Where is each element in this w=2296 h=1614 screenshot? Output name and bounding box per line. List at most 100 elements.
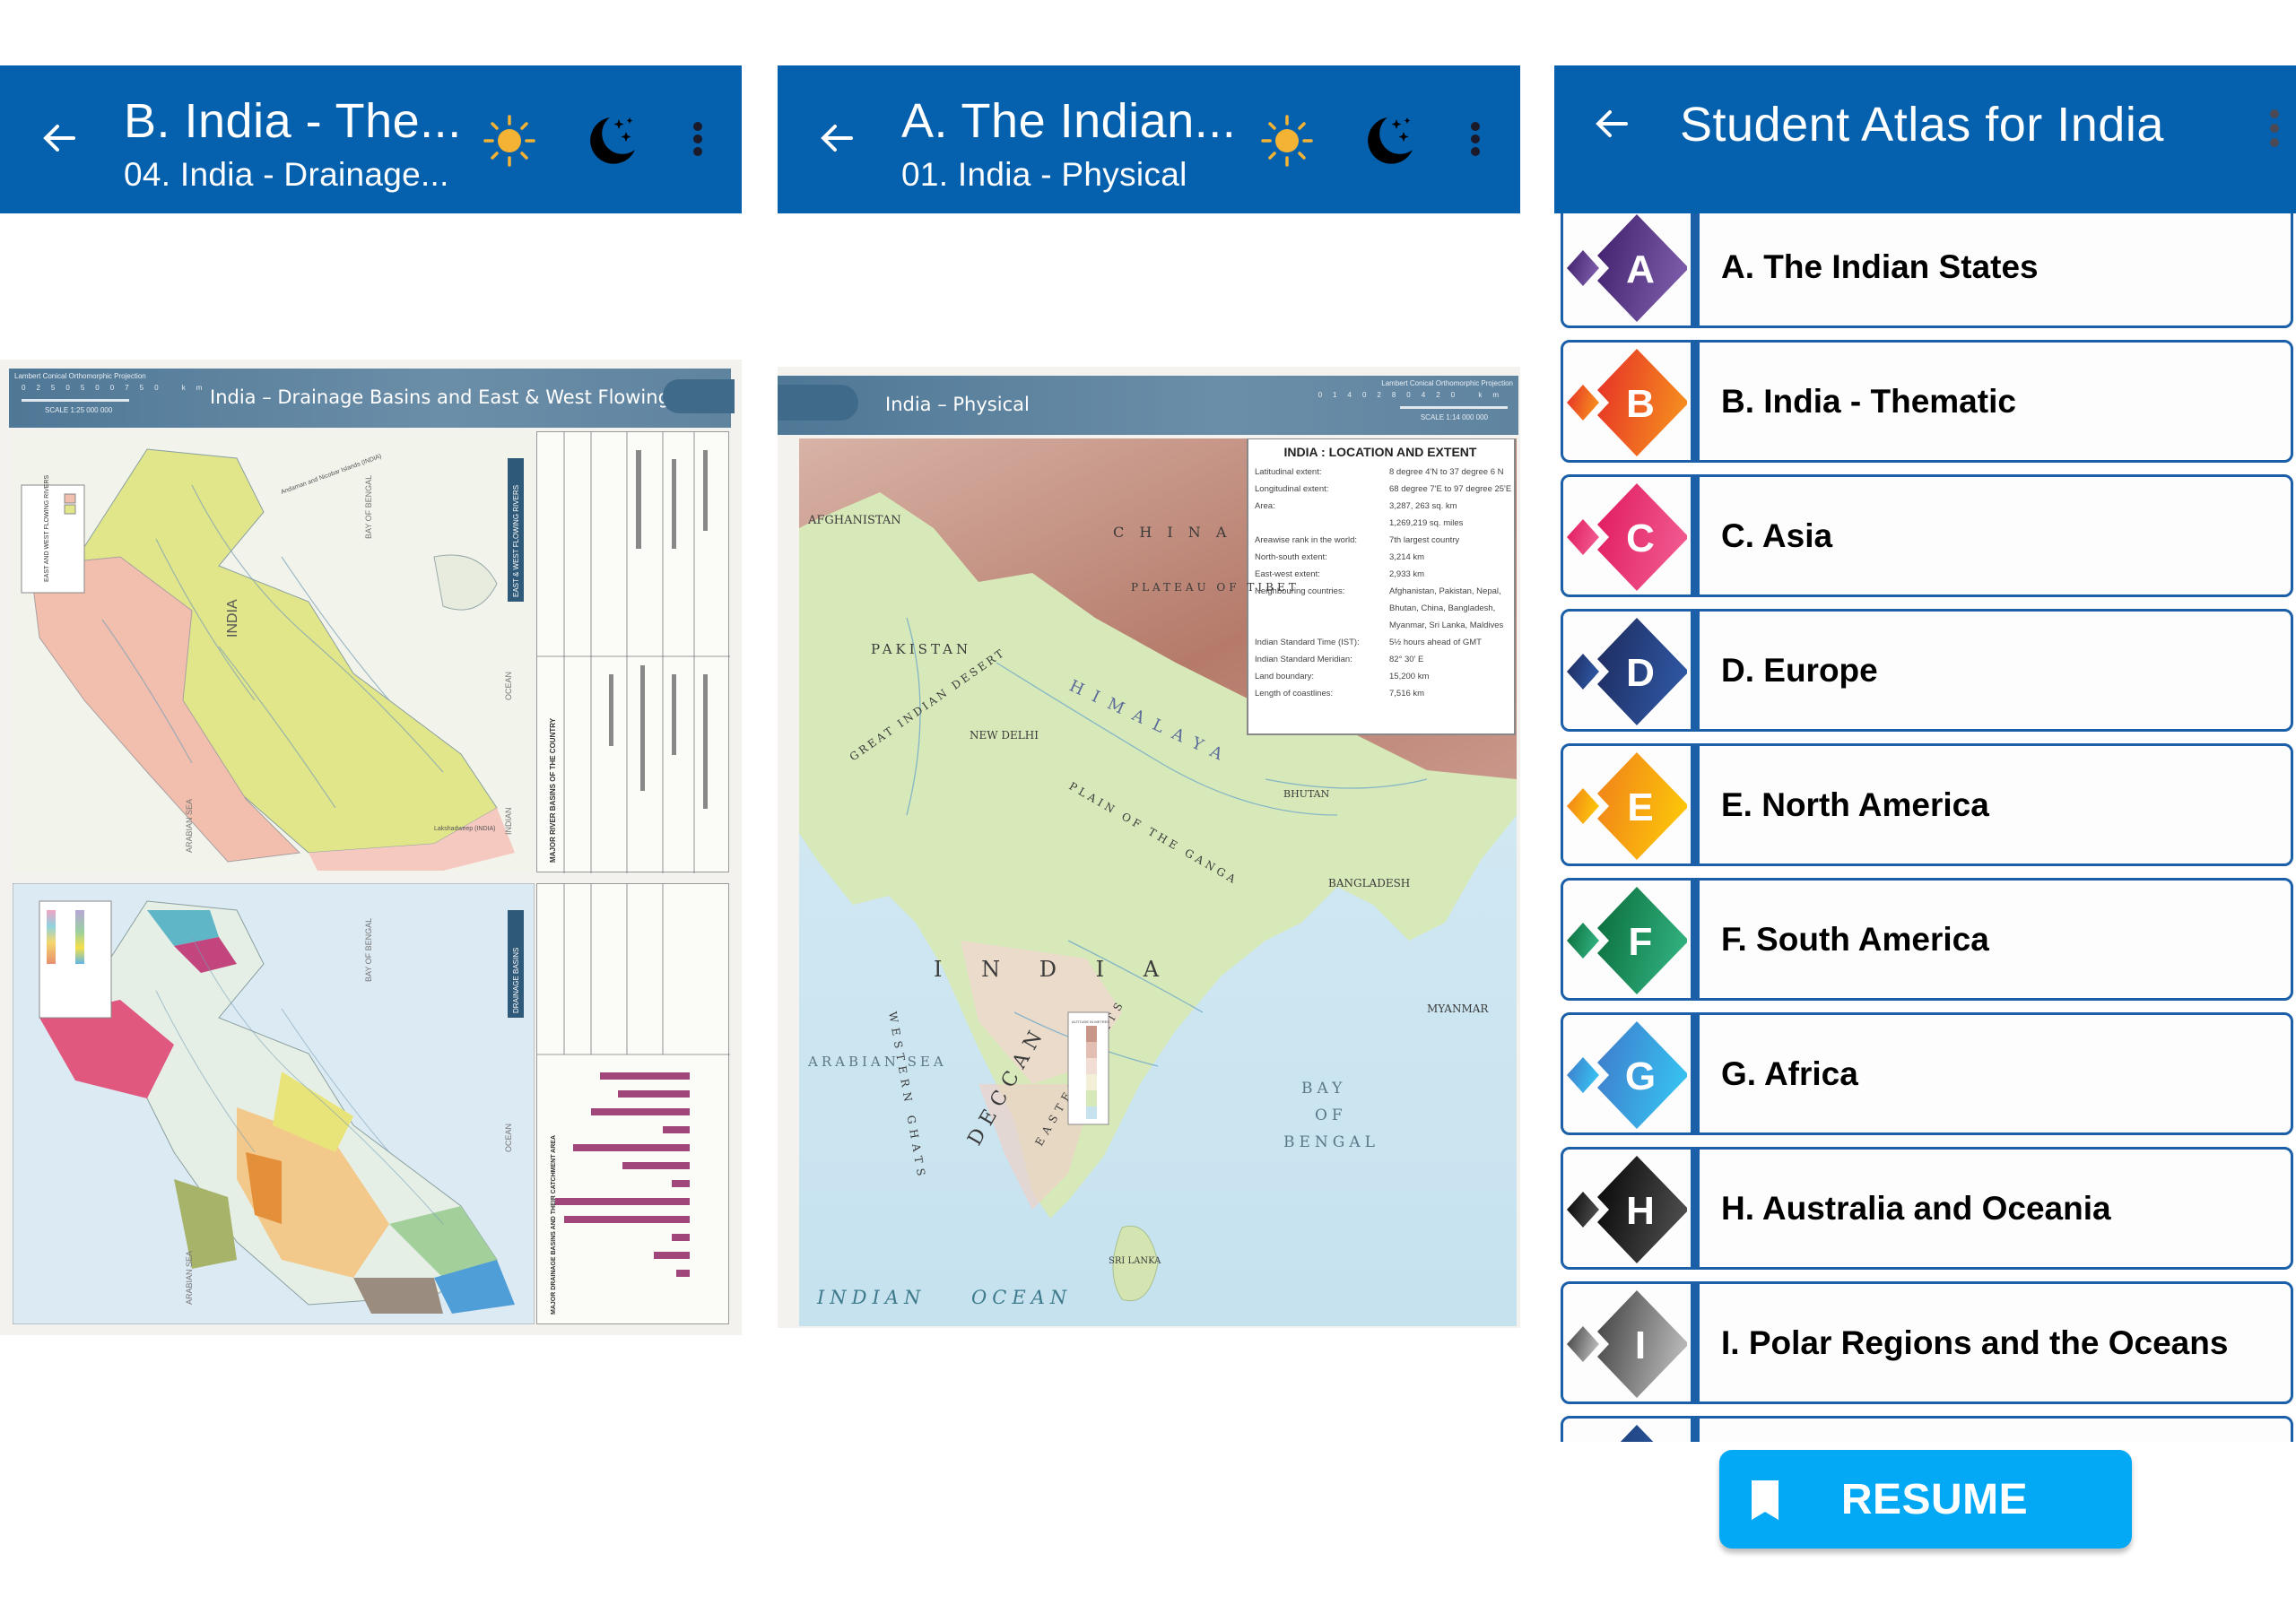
map-title-banner: Lambert Conical Orthomorphic Projection … <box>9 369 735 428</box>
section-badge-icon: E <box>1567 752 1687 860</box>
svg-text:G: G <box>1625 1054 1656 1098</box>
svg-text:PLATEAU OF TIBET: PLATEAU OF TIBET <box>1131 581 1300 594</box>
app-bar: Student Atlas for India <box>1554 65 2296 213</box>
svg-text:MAJOR DRAINAGE BASINS AND THEI: MAJOR DRAINAGE BASINS AND THEIR CATCHMEN… <box>551 1135 557 1315</box>
svg-text:Latitudinal extent:: Latitudinal extent: <box>1255 467 1321 477</box>
svg-text:5½ hours ahead of GMT: 5½ hours ahead of GMT <box>1389 638 1482 647</box>
svg-text:7th largest country: 7th largest country <box>1389 535 1459 545</box>
projection-label: Lambert Conical Orthomorphic Projection <box>14 372 146 380</box>
drainage-basins-map: BAY OF BENGAL ARABIAN SEA OCEAN DRAINAGE… <box>13 883 535 1324</box>
back-arrow-icon[interactable] <box>38 116 83 161</box>
list-item[interactable]: H H. Australia and Oceania <box>1561 1147 2293 1270</box>
back-arrow-icon[interactable] <box>1590 101 1635 146</box>
atlas-contents: Student Atlas for India A A. The Indian S… <box>1554 0 2296 1614</box>
item-divider <box>1691 1419 1700 1442</box>
svg-text:BAY OF BENGAL: BAY OF BENGAL <box>364 475 373 539</box>
list-item[interactable]: A A. The Indian States <box>1561 213 2293 328</box>
resume-label: RESUME <box>1840 1475 2029 1523</box>
svg-text:PAKISTAN: PAKISTAN <box>871 641 971 657</box>
section-badge-icon: D <box>1567 618 1687 725</box>
svg-text:MAJOR RIVER BASINS OF THE COUN: MAJOR RIVER BASINS OF THE COUNTRY <box>549 717 557 863</box>
svg-text:EAST AND WEST FLOWING RIVERS: EAST AND WEST FLOWING RIVERS <box>44 475 50 582</box>
svg-text:OCEAN: OCEAN <box>504 1124 513 1152</box>
item-divider <box>1691 881 1700 998</box>
list-item-label: B. India - Thematic <box>1721 382 2016 420</box>
item-divider <box>1691 477 1700 594</box>
more-vert-icon[interactable] <box>2258 92 2291 164</box>
section-badge-icon: I <box>1567 1290 1687 1398</box>
list-item[interactable]: F F. South America <box>1561 878 2293 1001</box>
item-divider <box>1691 612 1700 729</box>
item-divider <box>1691 213 1700 325</box>
svg-text:BHUTAN: BHUTAN <box>1283 788 1330 800</box>
drainage-map-image[interactable]: Lambert Conical Orthomorphic Projection … <box>0 360 742 1335</box>
map-title: India – Drainage Basins and East & West … <box>210 386 735 408</box>
svg-text:Areawise rank in the world:: Areawise rank in the world: <box>1255 535 1357 545</box>
item-divider <box>1691 1015 1700 1132</box>
svg-text:B: B <box>1626 382 1655 426</box>
list-item-label: I. Polar Regions and the Oceans <box>1721 1323 2229 1361</box>
svg-text:3,214 km: 3,214 km <box>1389 552 1424 562</box>
physical-map-image[interactable]: India – Physical Lambert Conical Orthomo… <box>778 367 1520 1328</box>
list-item[interactable] <box>1561 1416 2293 1442</box>
section-list[interactable]: A A. The Indian States B B. India - Themati… <box>1554 213 2296 1442</box>
svg-text:A: A <box>1626 247 1655 291</box>
physical-relief-map: INDIA : LOCATION AND EXTENT Latitudinal … <box>799 438 1517 1326</box>
section-badge-icon: H <box>1567 1156 1687 1263</box>
sun-icon[interactable] <box>1258 112 1316 169</box>
catchment-chart: MAJOR DRAINAGE BASINS AND THEIR CATCHMEN… <box>536 883 730 1324</box>
svg-text:INDIAN: INDIAN <box>504 807 513 835</box>
svg-text:E: E <box>1627 785 1653 829</box>
back-arrow-icon[interactable] <box>815 116 860 161</box>
sun-icon[interactable] <box>481 112 538 169</box>
scale-ticks: 0140280420 km <box>1318 391 1509 399</box>
svg-text:Indian Standard Meridian:: Indian Standard Meridian: <box>1255 655 1352 664</box>
svg-text:ARABIAN SEA: ARABIAN SEA <box>185 799 194 853</box>
svg-text:Indian Standard Time (IST):: Indian Standard Time (IST): <box>1255 638 1360 647</box>
resume-button[interactable]: RESUME <box>1719 1450 2132 1549</box>
section-badge-icon: B <box>1567 349 1687 456</box>
svg-text:BENGAL: BENGAL <box>1283 1133 1379 1151</box>
app-title: Student Atlas for India <box>1680 98 2164 152</box>
svg-text:2,933 km: 2,933 km <box>1389 569 1424 579</box>
svg-text:OF: OF <box>1315 1106 1347 1124</box>
svg-text:D: D <box>1626 651 1655 695</box>
physical-map-viewer: A. The Indian... 01. India - Physical In… <box>778 0 1520 1614</box>
app-bar: B. India - The... 04. India - Drainage..… <box>0 65 742 213</box>
moon-stars-icon[interactable] <box>1361 110 1418 168</box>
svg-text:Afghanistan, Pakistan, Nepal,: Afghanistan, Pakistan, Nepal, <box>1389 586 1501 596</box>
svg-text:8 degree 4'N to 37 degree 6 N: 8 degree 4'N to 37 degree 6 N <box>1389 467 1504 477</box>
list-item[interactable]: B B. India - Thematic <box>1561 340 2293 463</box>
list-item-label: E. North America <box>1721 785 1989 823</box>
svg-text:I: I <box>1635 1323 1646 1367</box>
svg-text:I N D I A: I N D I A <box>934 957 1175 982</box>
map-title-banner: India – Physical Lambert Conical Orthomo… <box>778 376 1518 435</box>
drainage-map-viewer: B. India - The... 04. India - Drainage..… <box>0 0 742 1614</box>
list-item[interactable]: C C. Asia <box>1561 474 2293 597</box>
svg-text:East-west extent:: East-west extent: <box>1255 569 1320 579</box>
svg-text:North-south extent:: North-south extent: <box>1255 552 1327 562</box>
list-item[interactable]: I I. Polar Regions and the Oceans <box>1561 1281 2293 1404</box>
svg-text:BANGLADESH: BANGLADESH <box>1328 877 1410 889</box>
list-item[interactable]: D D. Europe <box>1561 609 2293 732</box>
scale-label: SCALE 1:25 000 000 <box>45 406 113 414</box>
more-vert-icon[interactable] <box>1459 110 1492 168</box>
list-item[interactable]: E E. North America <box>1561 743 2293 866</box>
moon-stars-icon[interactable] <box>583 110 640 168</box>
more-vert-icon[interactable] <box>682 110 714 168</box>
app-bar: A. The Indian... 01. India - Physical <box>778 65 1520 213</box>
item-divider <box>1691 1284 1700 1401</box>
svg-text:3,287, 263 sq. km: 3,287, 263 sq. km <box>1389 501 1457 511</box>
list-item-label: C. Asia <box>1721 516 1833 554</box>
list-item-label: F. South America <box>1721 920 1989 958</box>
svg-text:ARABIAN SEA: ARABIAN SEA <box>807 1054 947 1070</box>
chapter-title: A. The Indian... <box>901 94 1237 148</box>
section-badge-icon: F <box>1567 887 1687 994</box>
svg-text:SRI LANKA: SRI LANKA <box>1109 1256 1161 1266</box>
svg-text:Land boundary:: Land boundary: <box>1255 672 1314 681</box>
svg-text:1,269,219 sq. miles: 1,269,219 sq. miles <box>1389 518 1464 528</box>
list-item[interactable]: G G. Africa <box>1561 1012 2293 1135</box>
svg-text:BAY: BAY <box>1301 1080 1346 1098</box>
svg-text:7,516 km: 7,516 km <box>1389 689 1424 699</box>
section-badge-icon: A <box>1567 214 1687 322</box>
